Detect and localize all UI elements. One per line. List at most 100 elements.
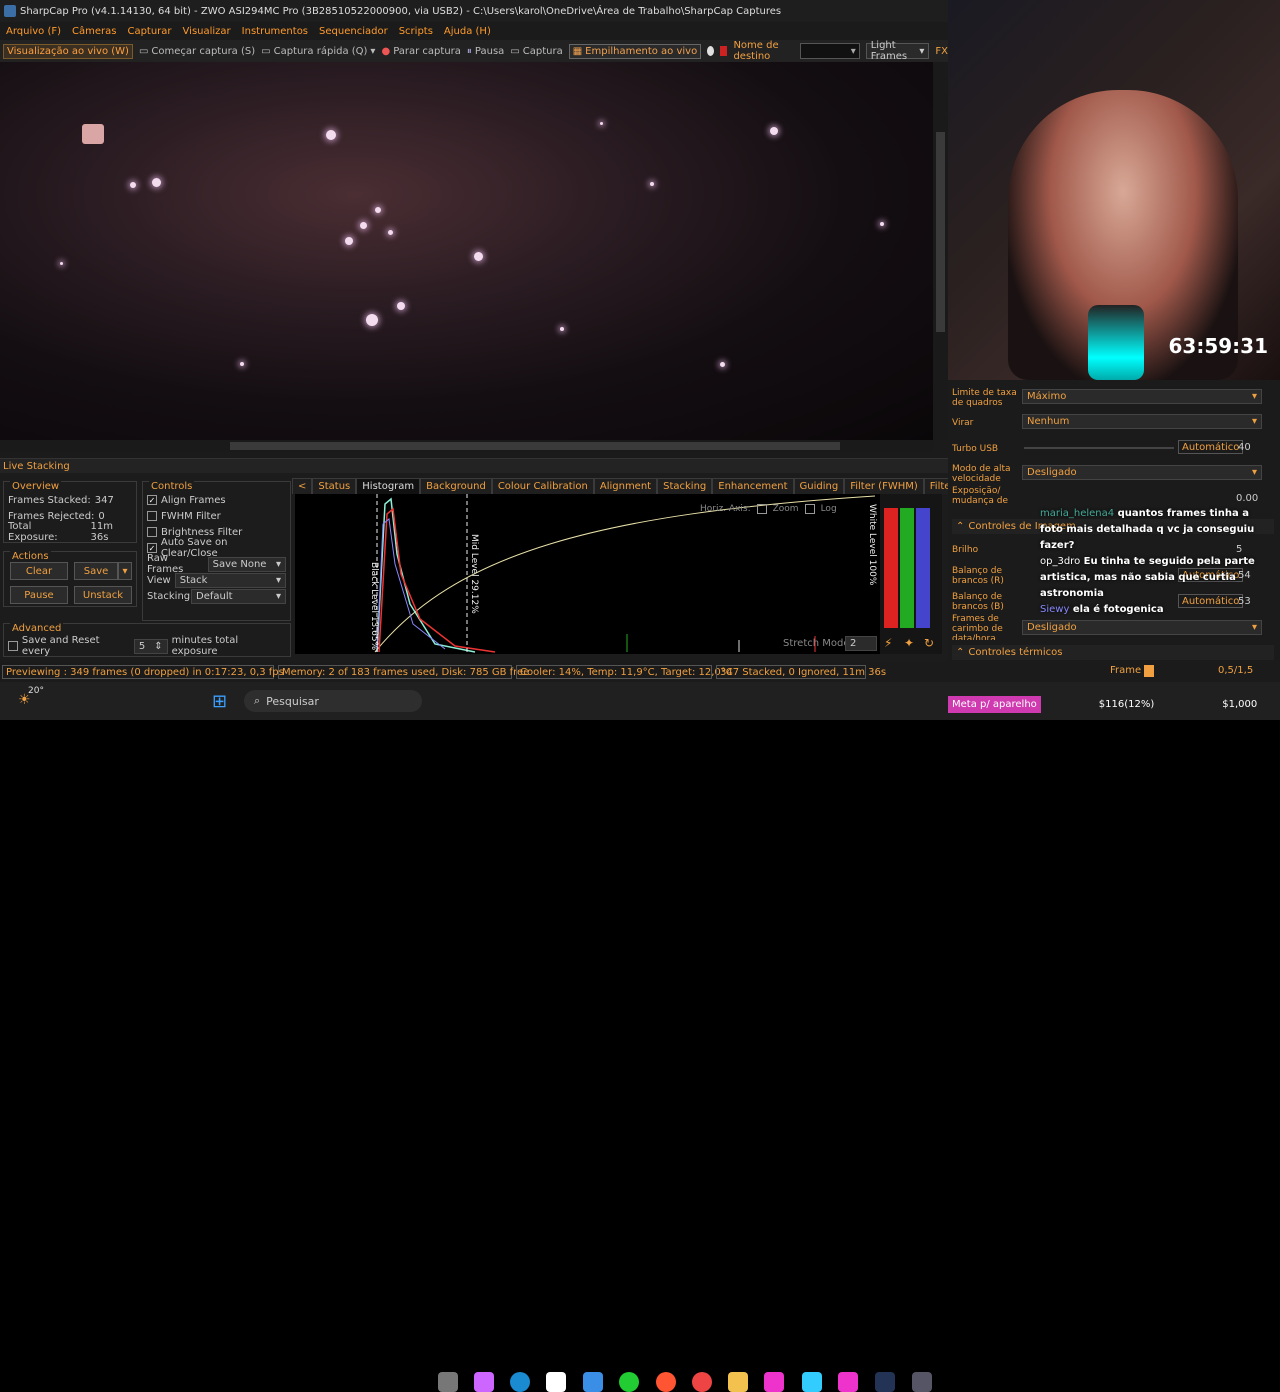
- record-icon[interactable]: [707, 46, 715, 56]
- tab-alignment[interactable]: Alignment: [593, 478, 658, 494]
- tab-enhancement[interactable]: Enhancement: [712, 478, 794, 494]
- save-reset-row: Save and Reset every 5 ⇕ minutes total ex…: [8, 635, 286, 657]
- star: [152, 178, 161, 187]
- autosave-checkbox[interactable]: ✓: [147, 543, 157, 553]
- sharpcap-icon[interactable]: [912, 1372, 932, 1392]
- app-icon[interactable]: [802, 1372, 822, 1392]
- scroll-thumb[interactable]: [230, 442, 840, 450]
- raw-frames-select[interactable]: Save None ▾: [207, 556, 286, 572]
- tabs-scroll-left[interactable]: <: [292, 478, 313, 494]
- chevron-down-icon[interactable]: ▾: [370, 46, 375, 57]
- app-icon[interactable]: [583, 1372, 603, 1392]
- app-icon[interactable]: [838, 1372, 858, 1392]
- menu-cameras[interactable]: Câmeras: [72, 26, 116, 37]
- fwhm-checkbox[interactable]: [147, 511, 157, 521]
- start-capture-button[interactable]: ▭ Começar captura (S): [139, 46, 255, 57]
- save-reset-checkbox[interactable]: [8, 641, 18, 651]
- controls-label: Controls: [149, 481, 195, 492]
- view-select[interactable]: Stack ▾: [174, 572, 286, 588]
- viewer-horizontal-scrollbar[interactable]: [0, 440, 933, 452]
- save-dropdown[interactable]: ▾: [118, 562, 132, 580]
- menu-scripts[interactable]: Scripts: [399, 26, 433, 37]
- tab-background[interactable]: Background: [420, 478, 492, 494]
- menu-visualizar[interactable]: Visualizar: [183, 26, 231, 37]
- store-icon[interactable]: [546, 1372, 566, 1392]
- tab-colour-calibration[interactable]: Colour Calibration: [491, 478, 594, 494]
- usb-auto-button[interactable]: Automático: [1178, 440, 1244, 454]
- unstack-button[interactable]: Unstack: [74, 586, 132, 604]
- tab-status[interactable]: Status: [312, 478, 357, 494]
- star: [650, 182, 654, 186]
- menu-instrumentos[interactable]: Instrumentos: [242, 26, 308, 37]
- pause-stack-button[interactable]: Pause: [10, 586, 68, 604]
- histogram-plot[interactable]: Black Level 13.65% Mid Level 29.12% Whit…: [295, 494, 880, 654]
- quick-capture-label: Captura rápida (Q): [273, 45, 368, 57]
- task-view-icon[interactable]: [438, 1372, 458, 1392]
- reticle-marker[interactable]: [82, 124, 104, 144]
- pause-icon: ⏸: [466, 45, 472, 57]
- red-slider[interactable]: [884, 508, 898, 628]
- align-checkbox[interactable]: ✓: [147, 495, 157, 505]
- capture-button[interactable]: ▭ Captura: [510, 46, 562, 57]
- high-speed-select[interactable]: Desligado ▾: [1022, 465, 1262, 480]
- save-button[interactable]: Save: [74, 562, 118, 580]
- pause-button[interactable]: ⏸ Pausa: [467, 46, 504, 57]
- stretch-mode-select[interactable]: 2: [845, 636, 877, 651]
- usb-value[interactable]: 40: [1238, 442, 1251, 453]
- timestamp-select[interactable]: Desligado ▾: [1022, 620, 1262, 635]
- chrome-icon[interactable]: [692, 1372, 712, 1392]
- stellarium-icon[interactable]: [875, 1372, 895, 1392]
- star: [375, 207, 381, 213]
- stacking-select[interactable]: Default ▾: [191, 588, 286, 604]
- stop-capture-button[interactable]: ● Parar captura: [381, 46, 460, 57]
- thermal-controls-section[interactable]: ⌃ Controles térmicos: [952, 645, 1274, 660]
- exposure-value[interactable]: 0.00: [1236, 493, 1258, 504]
- tab-guiding[interactable]: Guiding: [793, 478, 845, 494]
- windows-start-icon[interactable]: ⊞: [212, 691, 227, 712]
- frame-type-select[interactable]: Light Frames ▾: [865, 40, 930, 62]
- lightning-icon[interactable]: ⚡: [884, 636, 892, 650]
- tab-filter-fwhm[interactable]: Filter (FWHM): [844, 478, 924, 494]
- menu-ajuda[interactable]: Ajuda (H): [444, 26, 491, 37]
- frame-limit-select[interactable]: Máximo ▾: [1022, 389, 1262, 404]
- copilot-icon[interactable]: [474, 1372, 494, 1392]
- taskbar-search[interactable]: ⌕ Pesquisar: [244, 690, 422, 712]
- edge-icon[interactable]: [510, 1372, 530, 1392]
- live-view-button[interactable]: Visualização ao vivo (W): [3, 43, 133, 59]
- menu-sequenciador[interactable]: Sequenciador: [319, 26, 388, 37]
- usb-slider[interactable]: [1024, 447, 1174, 449]
- chat-text: ela é fotogenica: [1072, 604, 1164, 615]
- live-stack-button[interactable]: ▦ Empilhamento ao vivo: [568, 43, 702, 59]
- log-checkbox[interactable]: [804, 504, 815, 514]
- menu-arquivo[interactable]: Arquivo (F): [6, 26, 61, 37]
- green-slider[interactable]: [900, 508, 914, 628]
- scroll-thumb[interactable]: [936, 132, 945, 332]
- image-viewer[interactable]: [0, 62, 933, 440]
- menu-capturar[interactable]: Capturar: [127, 26, 171, 37]
- app-icon[interactable]: [764, 1372, 784, 1392]
- blue-slider[interactable]: [916, 508, 930, 628]
- chevron-down-icon: ▾: [919, 45, 925, 57]
- usb-label: Turbo USB: [952, 444, 999, 454]
- chevron-down-icon: ▾: [850, 45, 856, 57]
- brightness-label: Brightness Filter: [161, 526, 243, 538]
- tab-stacking[interactable]: Stacking: [657, 478, 713, 494]
- star: [366, 314, 378, 326]
- app-icon[interactable]: [656, 1372, 676, 1392]
- quick-capture-button[interactable]: ▭ Captura rápida (Q) ▾: [261, 46, 375, 57]
- target-name-select[interactable]: ▾: [800, 43, 860, 59]
- frames-stacked-row: Frames Stacked: 347: [8, 492, 132, 508]
- whatsapp-icon[interactable]: [619, 1372, 639, 1392]
- tab-histogram[interactable]: Histogram: [356, 478, 421, 494]
- sparkle-icon[interactable]: ✦: [904, 636, 914, 650]
- zoom-checkbox[interactable]: [756, 504, 767, 514]
- folder-icon[interactable]: [728, 1372, 748, 1392]
- minutes-stepper[interactable]: 5 ⇕: [133, 638, 168, 654]
- clear-button[interactable]: Clear: [10, 562, 68, 580]
- brightness-checkbox[interactable]: [147, 527, 157, 537]
- flip-select[interactable]: Nenhum ▾: [1022, 414, 1262, 429]
- fx-button[interactable]: FX: [935, 46, 948, 57]
- high-speed-label: Modo de alta velocidade: [952, 464, 1011, 484]
- reset-icon[interactable]: ↻: [924, 636, 934, 650]
- viewer-vertical-scrollbar[interactable]: [933, 62, 948, 440]
